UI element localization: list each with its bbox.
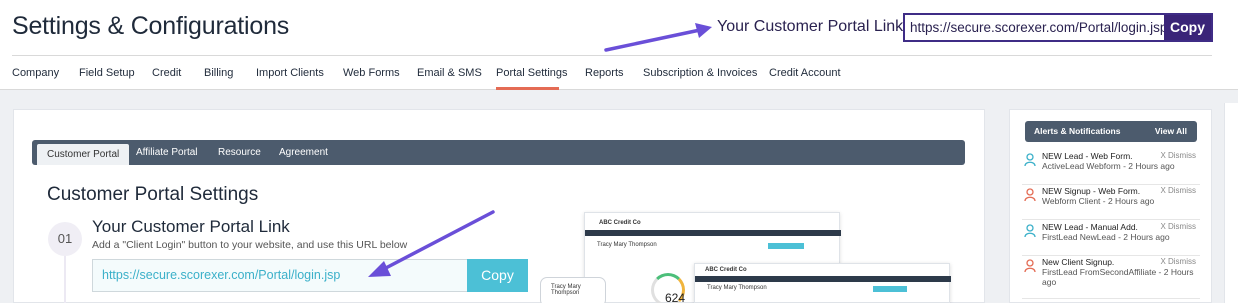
nav-item-web-forms[interactable]: Web Forms [343, 67, 400, 79]
preview-phone: Tracy Mary Thompson [540, 277, 606, 303]
portal-sub-tabs: Customer Portal Affiliate Portal Resourc… [32, 140, 965, 165]
preview-brand: ABC Credit Co [599, 220, 641, 226]
preview-button [768, 243, 804, 249]
nav-item-import-clients[interactable]: Import Clients [256, 67, 324, 79]
step-number-badge: 01 [48, 222, 82, 256]
preview-button [873, 286, 907, 292]
header-portal-link-url[interactable]: https://secure.scorexer.com/Portal/login… [905, 15, 1164, 40]
nav-item-company[interactable]: Company [12, 67, 59, 79]
alert-dismiss-button[interactable]: X Dismiss [1160, 257, 1196, 266]
alert-dismiss-button[interactable]: X Dismiss [1160, 186, 1196, 195]
alert-item[interactable]: NEW Lead - Manual Add. FirstLead NewLead… [1022, 222, 1200, 256]
alert-dismiss-button[interactable]: X Dismiss [1160, 151, 1196, 160]
alerts-title: Alerts & Notifications [1034, 126, 1121, 136]
preview-phone-name: Tracy Mary Thompson [551, 284, 581, 296]
alert-subtitle-cont: ago [1042, 277, 1057, 287]
alerts-header: Alerts & Notifications View All [1025, 121, 1197, 142]
user-icon [1024, 153, 1036, 167]
alert-subtitle: FirstLead NewLead - 2 Hours ago [1042, 232, 1170, 242]
nav-item-credit[interactable]: Credit [152, 67, 181, 79]
right-panel-edge [1224, 103, 1238, 303]
preview-topbar [585, 230, 841, 236]
alert-item[interactable]: NEW Signup - Web Form. Webform Client - … [1022, 186, 1200, 220]
preview-client-name: Tracy Mary Thompson [707, 285, 767, 291]
user-icon [1024, 188, 1036, 202]
tab-resource[interactable]: Resource [218, 140, 261, 165]
nav-item-portal-settings[interactable]: Portal Settings [496, 67, 568, 79]
arrow-icon [604, 23, 712, 52]
preview-score: 624 [665, 291, 686, 303]
nav-item-reports[interactable]: Reports [585, 67, 624, 79]
alert-subtitle: FirstLead FromSecondAffiliate - 2 Hours [1042, 267, 1194, 277]
section-title: Customer Portal Settings [47, 184, 259, 205]
preview-topbar [695, 276, 951, 282]
alert-title: NEW Lead - Web Form. [1042, 151, 1133, 161]
user-icon [1024, 224, 1036, 238]
arrow-icon [368, 210, 495, 277]
alert-item[interactable]: NEW Lead - Web Form. ActiveLead Webform … [1022, 151, 1200, 185]
page-title: Settings & Configurations [12, 12, 290, 40]
portal-link-label: Your Customer Portal Link: [717, 18, 908, 35]
alert-subtitle: Webform Client - 2 Hours ago [1042, 196, 1155, 206]
nav-item-credit-account[interactable]: Credit Account [769, 67, 841, 79]
nav-item-billing[interactable]: Billing [204, 67, 233, 79]
alert-subtitle: ActiveLead Webform - 2 Hours ago [1042, 161, 1175, 171]
alert-title: NEW Signup - Web Form. [1042, 186, 1141, 196]
tab-customer-portal[interactable]: Customer Portal [37, 144, 130, 165]
portal-preview-image: ABC Credit Co Tracy Mary Thompson 624 63… [540, 210, 985, 303]
alert-item[interactable]: New Client Signup. FirstLead FromSecondA… [1022, 257, 1200, 299]
alert-dismiss-button[interactable]: X Dismiss [1160, 222, 1196, 231]
preview-secondary: ABC Credit Co Tracy Mary Thompson [694, 263, 951, 303]
step-title: Your Customer Portal Link [92, 217, 290, 236]
preview-client-name: Tracy Mary Thompson [597, 242, 657, 248]
header-copy-button[interactable]: Copy [1164, 15, 1211, 40]
user-icon [1024, 259, 1036, 273]
nav-item-email-sms[interactable]: Email & SMS [417, 67, 482, 79]
tab-agreement[interactable]: Agreement [279, 140, 328, 165]
alert-title: New Client Signup. [1042, 257, 1115, 267]
alerts-view-all-link[interactable]: View All [1155, 126, 1187, 136]
step-connector [64, 256, 66, 303]
tab-affiliate-portal[interactable]: Affiliate Portal [136, 140, 198, 165]
settings-nav: Company Field Setup Credit Billing Impor… [0, 56, 1238, 90]
nav-item-subscription-invoices[interactable]: Subscription & Invoices [643, 67, 757, 79]
header-portal-link-box: https://secure.scorexer.com/Portal/login… [903, 13, 1213, 42]
preview-brand: ABC Credit Co [705, 267, 747, 273]
alert-title: NEW Lead - Manual Add. [1042, 222, 1138, 232]
nav-item-field-setup[interactable]: Field Setup [79, 67, 135, 79]
